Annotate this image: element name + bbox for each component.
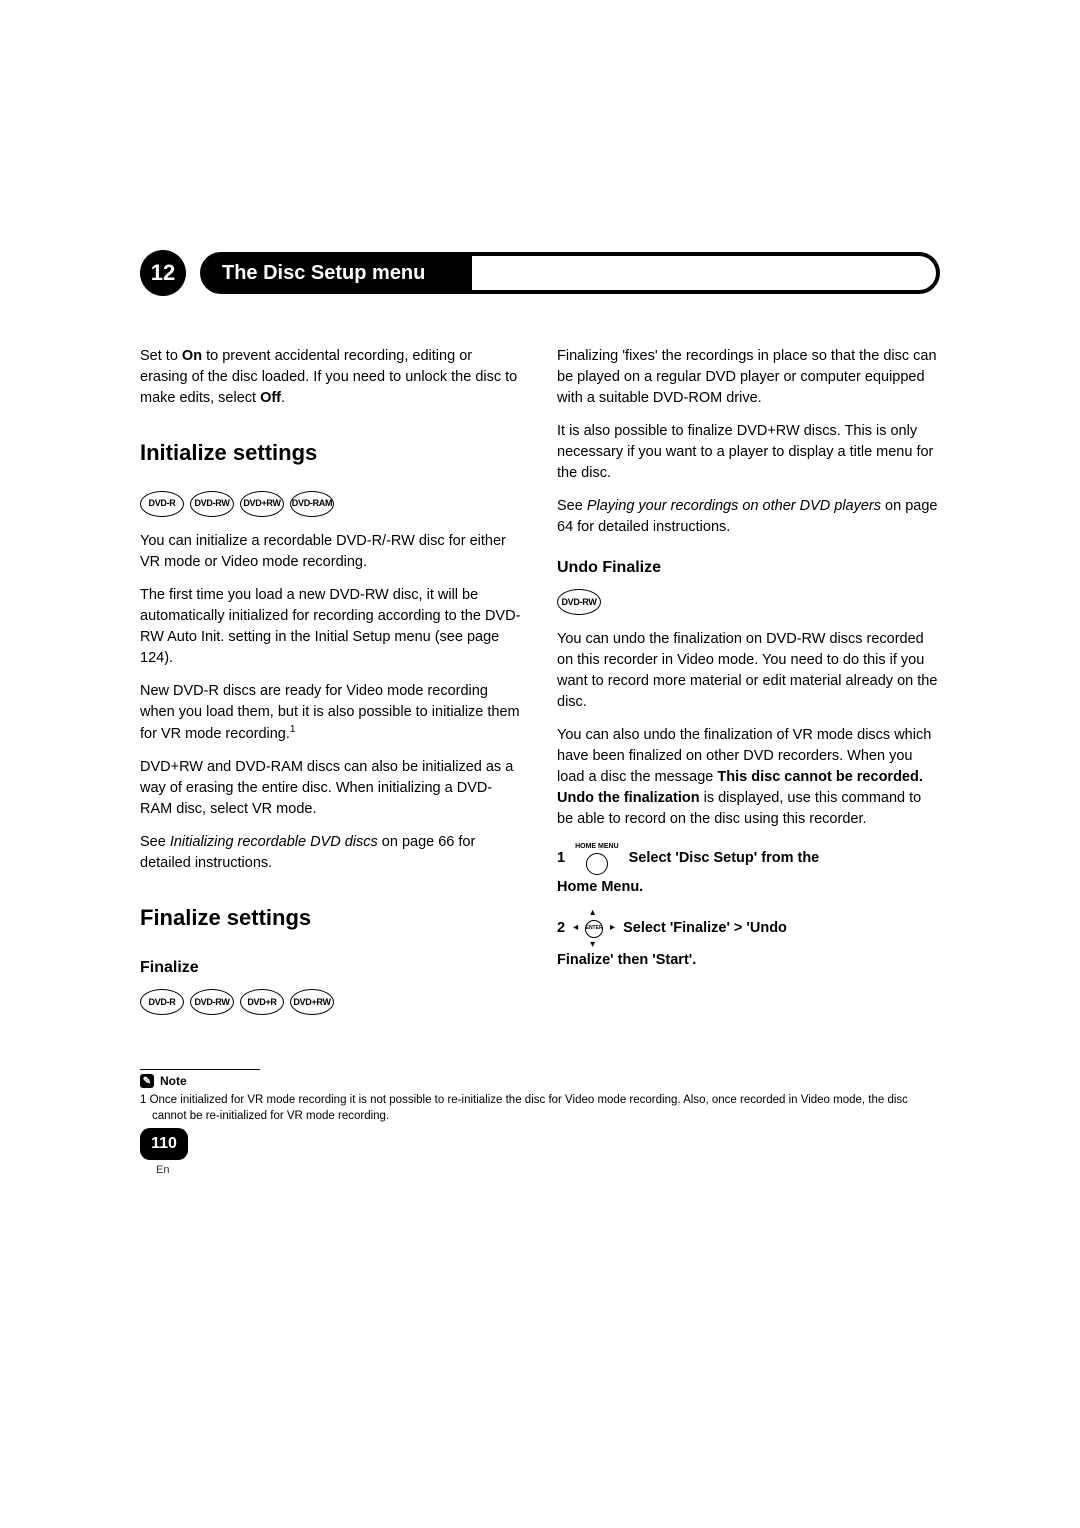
footnote-separator bbox=[140, 1069, 260, 1070]
step-1-number: 1 bbox=[557, 848, 565, 869]
chapter-title: The Disc Setup menu bbox=[222, 262, 425, 285]
step-2-row: 2 ▴ ▾ ◂ ▸ ENTER Select 'Finalize' > 'Und… bbox=[557, 910, 940, 948]
heading-finalize-settings: Finalize settings bbox=[140, 902, 523, 934]
badge-dvd-ram: DVD-RAM bbox=[290, 491, 334, 517]
init-paragraph-3: New DVD-R discs are ready for Video mode… bbox=[140, 681, 523, 745]
step-1-text: Select 'Disc Setup' from the bbox=[629, 848, 820, 869]
home-menu-button-icon: HOME MENU bbox=[575, 842, 619, 874]
subheading-finalize: Finalize bbox=[140, 956, 523, 979]
badge-dvd-r: DVD-R bbox=[140, 491, 184, 517]
badge-dvd-rw: DVD-RW bbox=[190, 491, 234, 517]
step-1-continuation: Home Menu. bbox=[557, 877, 940, 898]
intro-paragraph: Set to On to prevent accidental recordin… bbox=[140, 346, 523, 409]
init-see-reference: See Initializing recordable DVD discs on… bbox=[140, 832, 523, 874]
step-2-text: Select 'Finalize' > 'Undo bbox=[623, 918, 787, 939]
init-paragraph-1: You can initialize a recordable DVD-R/-R… bbox=[140, 531, 523, 573]
left-column: Set to On to prevent accidental recordin… bbox=[140, 346, 523, 1029]
step-1-row: 1 HOME MENU Select 'Disc Setup' from the bbox=[557, 842, 940, 874]
page-number-badge: 110 bbox=[140, 1128, 188, 1160]
step-2-continuation: Finalize' then 'Start'. bbox=[557, 950, 940, 971]
badge-dvd-r: DVD-R bbox=[140, 989, 184, 1015]
language-code: En bbox=[156, 1164, 169, 1176]
chapter-title-pill: The Disc Setup menu bbox=[200, 252, 940, 294]
undo-paragraph-2: You can also undo the finalization of VR… bbox=[557, 725, 940, 830]
note-label-row: ✎ Note bbox=[140, 1074, 940, 1088]
heading-initialize-settings: Initialize settings bbox=[140, 437, 523, 469]
finalize-disc-badges: DVD-R DVD-RW DVD+R DVD+RW bbox=[140, 989, 523, 1015]
badge-dvd-rw: DVD-RW bbox=[557, 589, 601, 615]
footnote-text: 1 Once initialized for VR mode recording… bbox=[140, 1092, 940, 1124]
badge-dvd-plus-rw: DVD+RW bbox=[240, 491, 284, 517]
undo-disc-badges: DVD-RW bbox=[557, 589, 940, 615]
badge-dvd-plus-r: DVD+R bbox=[240, 989, 284, 1015]
badge-dvd-rw: DVD-RW bbox=[190, 989, 234, 1015]
undo-paragraph-1: You can undo the finalization on DVD-RW … bbox=[557, 629, 940, 713]
step-2-number: 2 bbox=[557, 918, 565, 939]
finalize-paragraph-1: Finalizing 'fixes' the recordings in pla… bbox=[557, 346, 940, 409]
finalize-paragraph-2: It is also possible to finalize DVD+RW d… bbox=[557, 421, 940, 484]
right-column: Finalizing 'fixes' the recordings in pla… bbox=[557, 346, 940, 1029]
finalize-see-reference: See Playing your recordings on other DVD… bbox=[557, 496, 940, 538]
chapter-header: 12 The Disc Setup menu bbox=[140, 250, 940, 296]
note-icon: ✎ bbox=[140, 1074, 154, 1088]
initialize-disc-badges: DVD-R DVD-RW DVD+RW DVD-RAM bbox=[140, 491, 523, 517]
init-paragraph-2: The first time you load a new DVD-RW dis… bbox=[140, 585, 523, 669]
chapter-number-badge: 12 bbox=[140, 250, 186, 296]
note-label: Note bbox=[160, 1074, 187, 1088]
subheading-undo-finalize: Undo Finalize bbox=[557, 556, 940, 579]
init-paragraph-4: DVD+RW and DVD-RAM discs can also be ini… bbox=[140, 757, 523, 820]
dpad-enter-icon: ▴ ▾ ◂ ▸ ENTER bbox=[575, 910, 613, 948]
badge-dvd-plus-rw: DVD+RW bbox=[290, 989, 334, 1015]
